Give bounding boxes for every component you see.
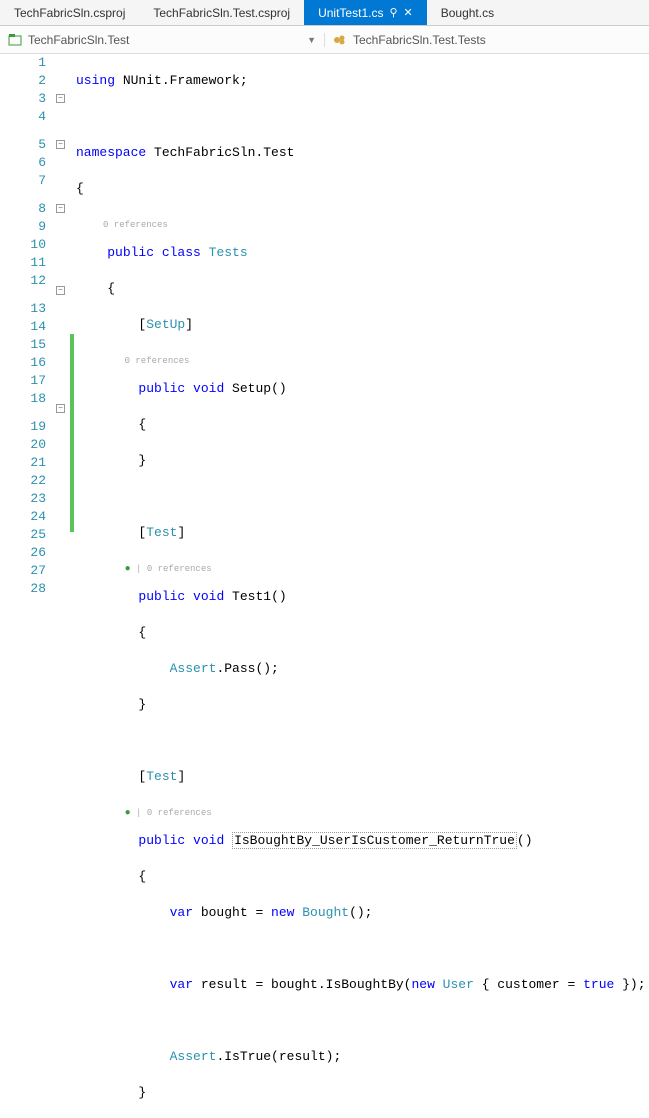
tab-techfabricsln-test-csproj[interactable]: TechFabricSln.Test.csproj <box>139 0 304 25</box>
nav-bar: TechFabricSln.Test ▼ TechFabricSln.Test.… <box>0 26 649 54</box>
fold-toggle[interactable]: − <box>56 94 65 103</box>
nav-class-label: TechFabricSln.Test.Tests <box>353 33 486 47</box>
fold-toggle[interactable]: − <box>56 286 65 295</box>
tab-unittest1-cs[interactable]: UnitTest1.cs ⚲ ✕ <box>304 0 427 25</box>
code-editor[interactable]: 1 2 3 4 5 6 7 8 9 10 11 12 13 14 15 16 1… <box>0 54 649 559</box>
rename-box[interactable]: IsBoughtBy_UserIsCustomer_ReturnTrue <box>232 832 517 849</box>
line-numbers: 1 2 3 4 5 6 7 8 9 10 11 12 13 14 15 16 1… <box>0 54 56 559</box>
fold-column: − − − − − <box>56 54 70 559</box>
nav-project-dropdown[interactable]: TechFabricSln.Test ▼ <box>0 33 325 47</box>
fold-toggle[interactable]: − <box>56 140 65 149</box>
class-icon <box>333 33 347 47</box>
close-icon[interactable]: ✕ <box>404 6 413 19</box>
code-area[interactable]: using NUnit.Framework; namespace TechFab… <box>74 54 649 559</box>
codelens-references[interactable]: | 0 references <box>131 808 212 818</box>
codelens-references[interactable]: 0 references <box>103 220 168 230</box>
fold-toggle[interactable]: − <box>56 404 65 413</box>
codelens-references[interactable]: | 0 references <box>131 564 212 574</box>
change-indicator-column <box>70 54 74 559</box>
tab-techfabricsln-csproj[interactable]: TechFabricSln.csproj <box>0 0 139 25</box>
project-icon <box>8 33 22 47</box>
chevron-down-icon: ▼ <box>307 35 316 45</box>
fold-toggle[interactable]: − <box>56 204 65 213</box>
tab-bar: TechFabricSln.csproj TechFabricSln.Test.… <box>0 0 649 26</box>
nav-class-dropdown[interactable]: TechFabricSln.Test.Tests <box>325 33 649 47</box>
codelens-references[interactable]: 0 references <box>125 356 190 366</box>
tab-bought-cs[interactable]: Bought.cs <box>427 0 508 25</box>
nav-project-label: TechFabricSln.Test <box>28 33 129 47</box>
pin-icon[interactable]: ⚲ <box>389 6 397 19</box>
change-mark <box>70 334 74 532</box>
